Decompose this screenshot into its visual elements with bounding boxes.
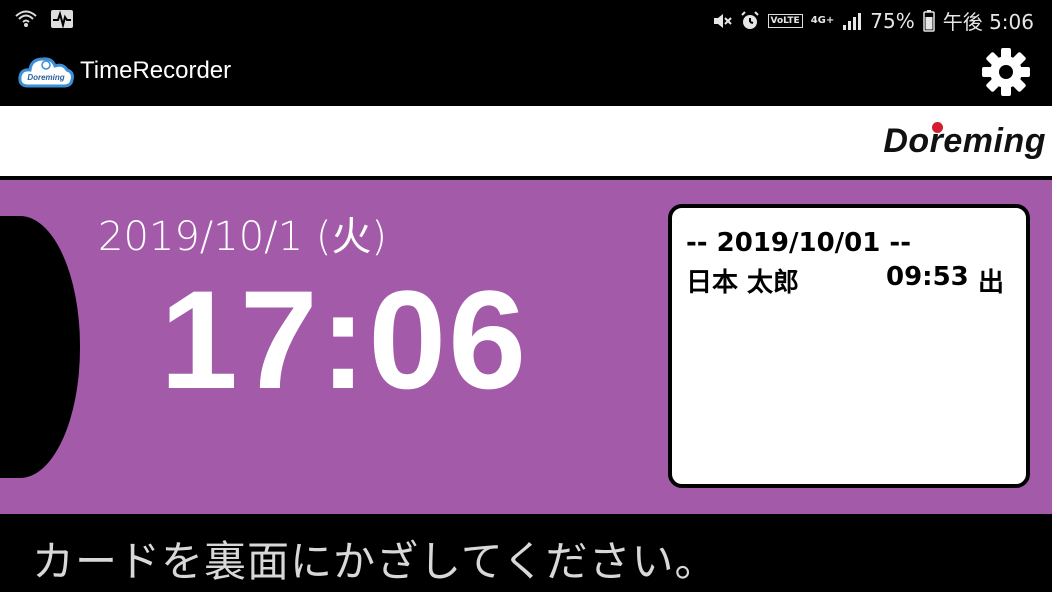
punch-log-box: -- 2019/10/01 -- 日本 太郎 09:53 出 [668,204,1030,488]
status-right-icons: VoLTE 4G+ 75% 午後 5:06 [712,6,1034,35]
brand-logo: Doreming [883,122,1046,160]
alarm-icon [740,10,760,31]
signal-icon [842,11,862,31]
time-recorder-screen: VoLTE 4G+ 75% 午後 5:06 Doreming TimeRecor… [0,0,1052,592]
app-title: TimeRecorder [80,57,232,84]
status-left-icons [14,8,74,30]
footer-bar: カードを裏面にかざしてください。 [0,518,1052,592]
wifi-calling-icon [14,8,38,30]
log-date-header: -- 2019/10/01 -- [686,228,911,258]
settings-button[interactable] [980,46,1032,98]
battery-percent: 75% [870,8,915,33]
app-bar: Doreming TimeRecorder [0,40,1052,102]
activity-icon [50,8,74,30]
status-bar: VoLTE 4G+ 75% 午後 5:06 [0,0,1052,40]
card-reader-slot [0,216,80,478]
log-entry-type: 出 [978,268,1005,298]
status-time: 午後 5:06 [942,10,1034,34]
battery-icon [922,9,935,32]
gear-icon [982,48,1030,96]
instruction-message: カードを裏面にかざしてください。 [32,537,718,586]
log-entry-time: 09:53 [886,262,969,292]
mute-icon [712,11,732,31]
current-date: 2019/10/1 (火) [98,214,388,260]
network-4g-icon: 4G+ [810,15,835,26]
log-entry-name: 日本 太郎 [686,268,800,298]
brand-logo-dot [932,122,943,133]
volte-icon: VoLTE [767,13,803,28]
svg-text:Doreming: Doreming [27,73,64,82]
current-time-clock: 17:06 [160,261,529,418]
app-logo-icon: Doreming [18,52,74,92]
brand-strip: Doreming [0,106,1052,180]
main-panel: 2019/10/1 (火) 17:06 -- 2019/10/01 -- 日本 … [0,180,1052,518]
